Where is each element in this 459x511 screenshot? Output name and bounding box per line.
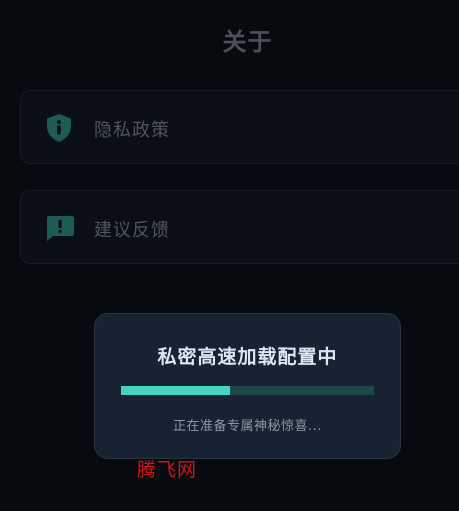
menu-item-feedback[interactable]: 建议反馈 xyxy=(20,190,459,264)
feedback-icon xyxy=(45,213,74,243)
watermark-text: 腾飞网 xyxy=(137,459,198,481)
progress-bar xyxy=(121,386,374,395)
menu-item-label: 建议反馈 xyxy=(94,220,170,241)
progress-bar-fill xyxy=(121,386,230,395)
about-page: 关于 隐私政策 建议反馈 私密高速加载配置中 正在准备专属神秘惊喜... 腾飞网 xyxy=(0,0,459,511)
loading-subtitle: 正在准备专属神秘惊喜... xyxy=(173,419,322,434)
loading-title: 私密高速加载配置中 xyxy=(157,346,338,368)
loading-dialog: 私密高速加载配置中 正在准备专属神秘惊喜... xyxy=(94,313,401,459)
shield-info-icon xyxy=(45,113,73,143)
page-title: 关于 xyxy=(222,28,273,56)
menu-item-label: 隐私政策 xyxy=(94,120,170,141)
menu-item-privacy-policy[interactable]: 隐私政策 xyxy=(20,90,459,164)
